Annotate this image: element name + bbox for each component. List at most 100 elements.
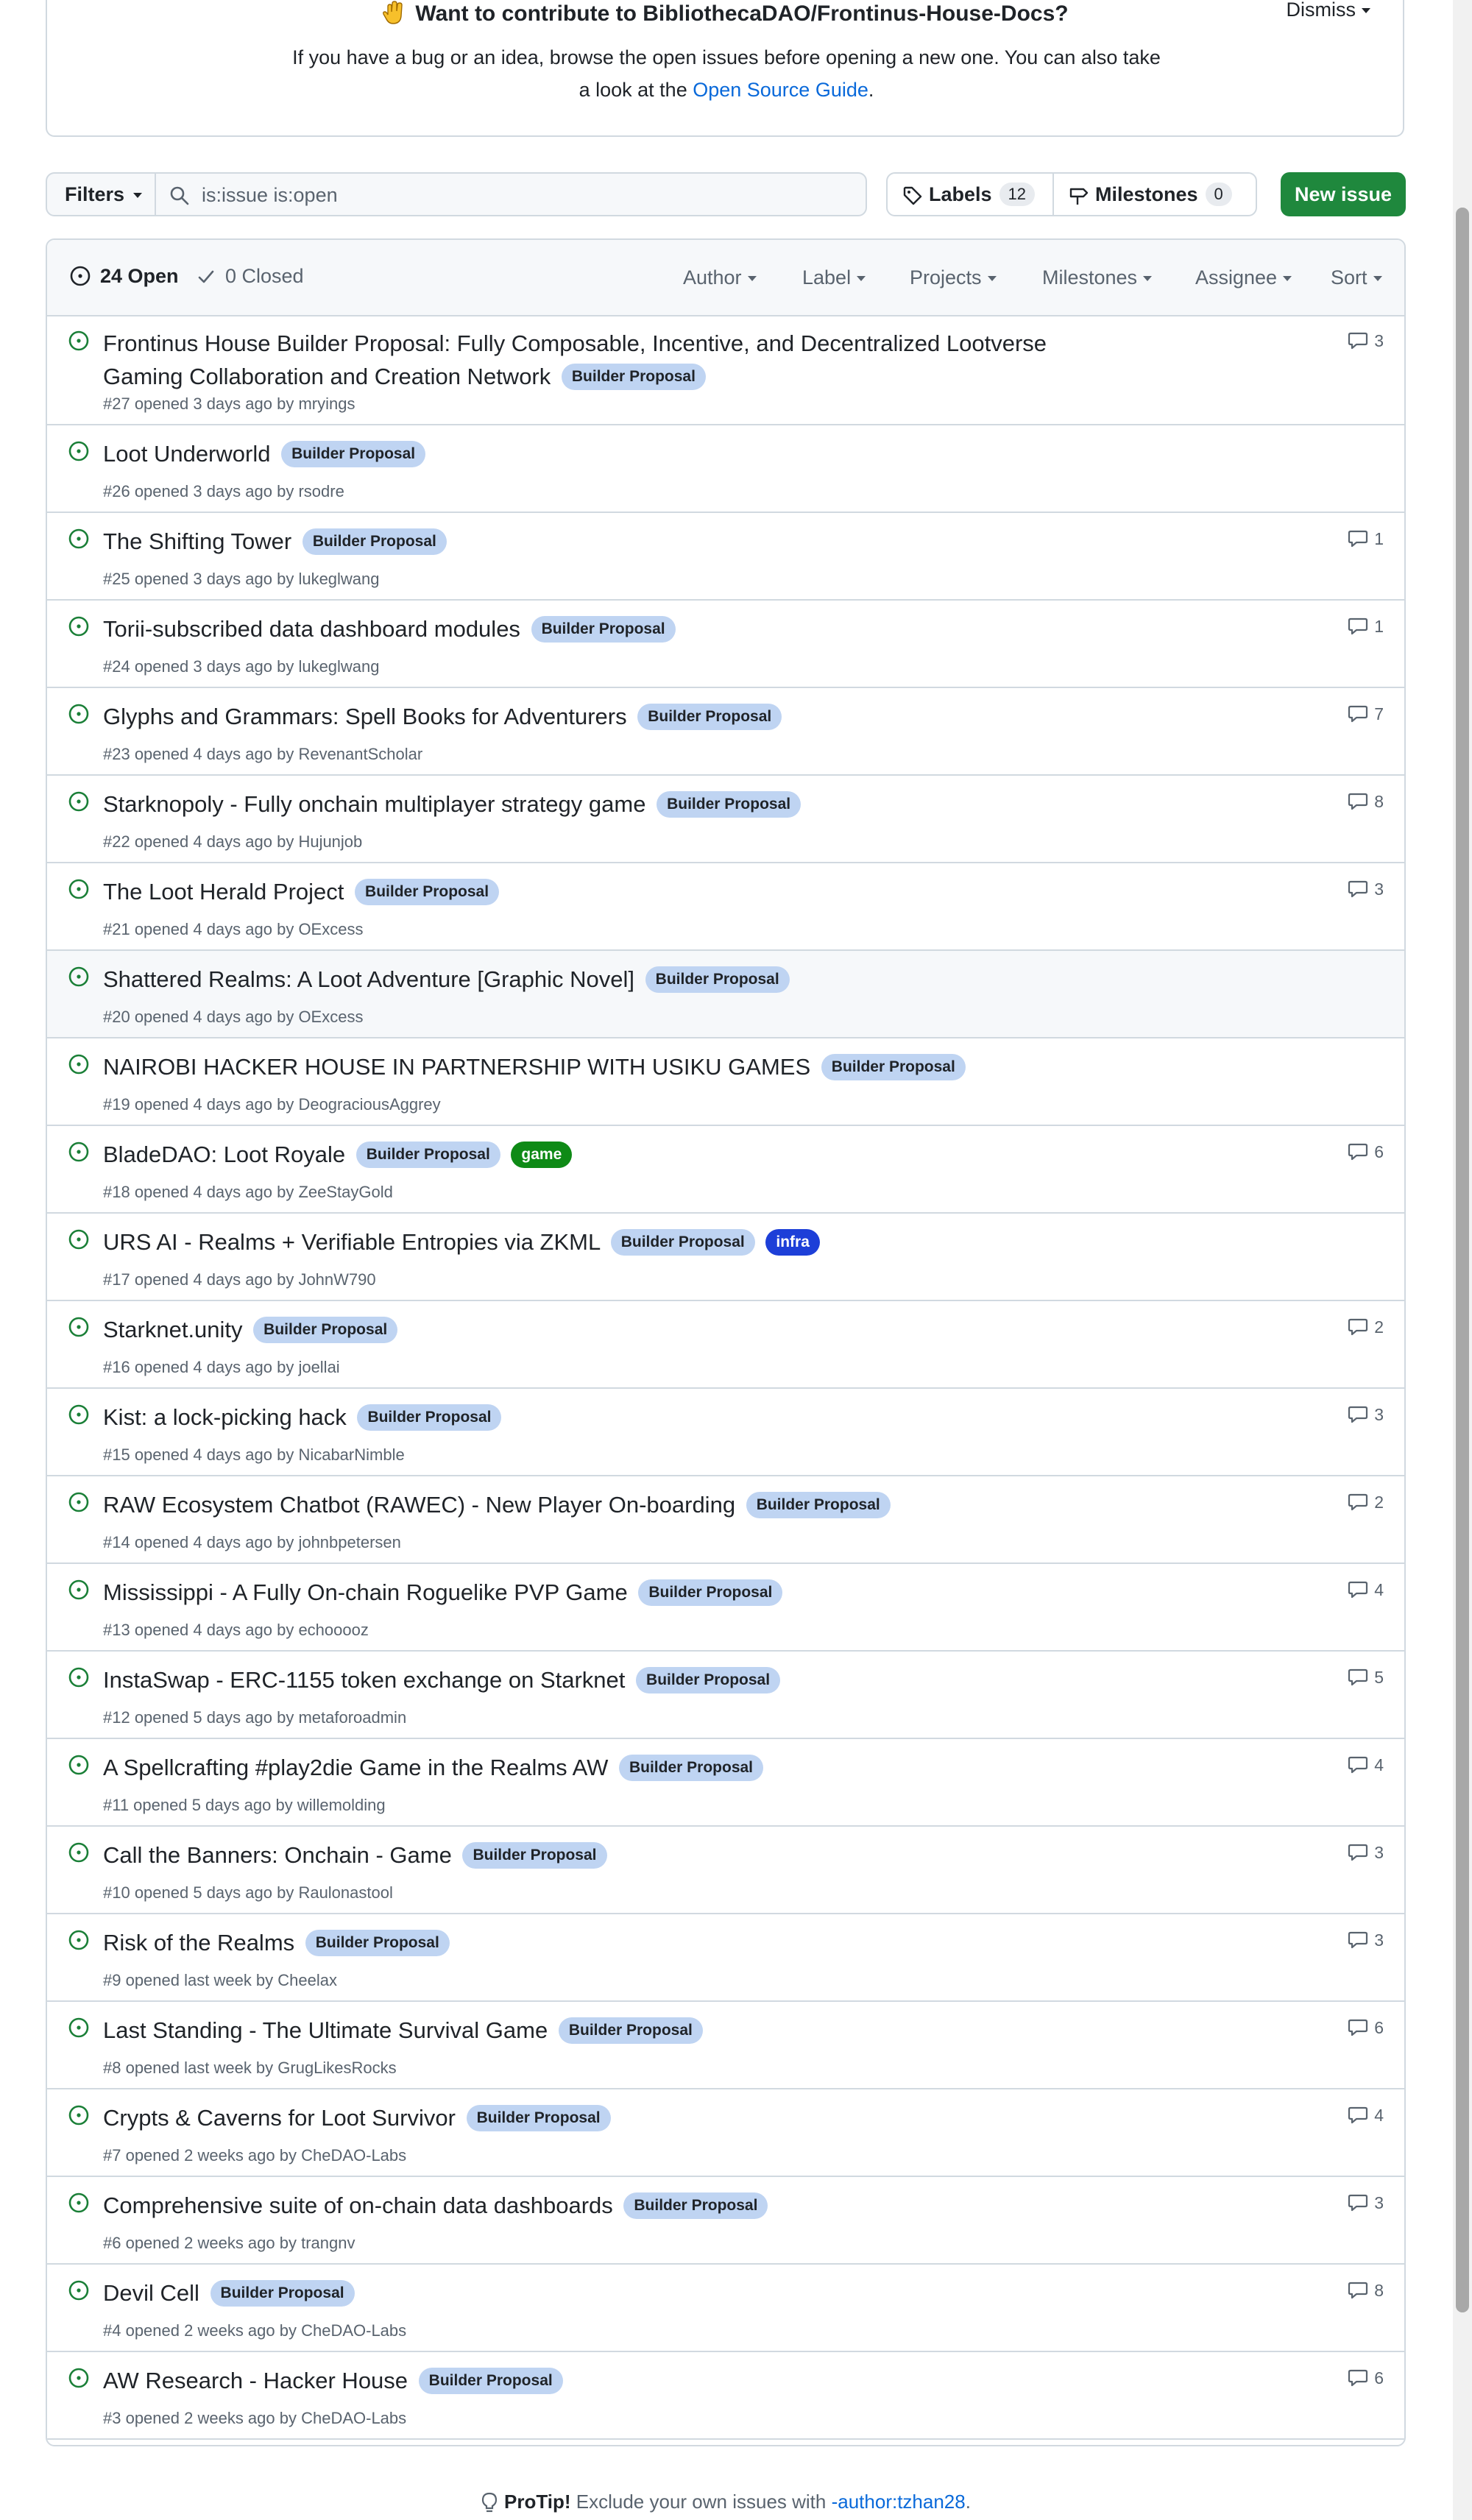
issue-row[interactable]: URS AI - Realms + Verifiable Entropies v…	[47, 1214, 1404, 1301]
issue-title-link[interactable]: Devil Cell	[103, 2280, 199, 2306]
issue-title-link[interactable]: The Loot Herald Project	[103, 879, 344, 905]
issue-row[interactable]: Loot Underworld Builder Proposal #26 open…	[47, 425, 1404, 513]
labels-button[interactable]: Labels 12	[886, 172, 1054, 216]
issue-row[interactable]: Risk of the Realms Builder Proposal #9 op…	[47, 1914, 1404, 2002]
issue-label[interactable]: Builder Proposal	[418, 2368, 563, 2394]
issue-row[interactable]: NAIROBI HACKER HOUSE IN PARTNERSHIP WITH…	[47, 1038, 1404, 1126]
issue-label[interactable]: Builder Proposal	[466, 2105, 611, 2131]
comments-link[interactable]: 6	[1348, 1142, 1384, 1162]
issue-label[interactable]: Builder Proposal	[657, 791, 802, 818]
issue-row[interactable]: Glyphs and Grammars: Spell Books for Adv…	[47, 688, 1404, 776]
comments-link[interactable]: 3	[1348, 1930, 1384, 1950]
issue-label[interactable]: Builder Proposal	[561, 364, 706, 390]
comments-link[interactable]: 8	[1348, 2281, 1384, 2301]
issue-title-link[interactable]: Glyphs and Grammars: Spell Books for Adv…	[103, 704, 627, 729]
open-source-guide-link[interactable]: Open Source Guide	[693, 79, 868, 101]
issue-row[interactable]: Starknet.unity Builder Proposal #16 opene…	[47, 1301, 1404, 1389]
comments-link[interactable]: 1	[1348, 529, 1384, 549]
issue-label[interactable]: game	[511, 1142, 573, 1168]
closed-issues-tab[interactable]: 0 Closed	[197, 265, 304, 288]
comments-link[interactable]: 3	[1348, 1405, 1384, 1425]
milestones-filter[interactable]: Milestones	[1042, 266, 1153, 289]
issue-title-link[interactable]: Mississippi - A Fully On-chain Roguelike…	[103, 1579, 628, 1605]
issue-label[interactable]: Builder Proposal	[636, 1667, 781, 1693]
sort-filter[interactable]: Sort	[1331, 266, 1382, 289]
issue-label[interactable]: Builder Proposal	[618, 1755, 764, 1781]
comments-link[interactable]: 6	[1348, 2368, 1384, 2388]
filters-button[interactable]: Filters	[46, 172, 156, 216]
issue-title-link[interactable]: The Shifting Tower	[103, 528, 291, 554]
issue-row[interactable]: RAW Ecosystem Chatbot (RAWEC) - New Play…	[47, 1476, 1404, 1564]
comments-link[interactable]: 4	[1348, 1580, 1384, 1600]
protip-link[interactable]: -author:tzhan28	[832, 2491, 966, 2513]
issue-title-link[interactable]: Starknet.unity	[103, 1317, 243, 1342]
issue-title-link[interactable]: Risk of the Realms	[103, 1930, 294, 1956]
issue-label[interactable]: Builder Proposal	[355, 1142, 500, 1168]
issue-row[interactable]: Frontinus House Builder Proposal: Fully …	[47, 315, 1404, 425]
issue-row[interactable]: Call the Banners: Onchain - Game Builder…	[47, 1827, 1404, 1914]
issue-title-link[interactable]: Last Standing - The Ultimate Survival Ga…	[103, 2017, 548, 2043]
issue-label[interactable]: Builder Proposal	[302, 528, 447, 555]
issue-title-link[interactable]: Shattered Realms: A Loot Adventure [Grap…	[103, 966, 634, 992]
issue-label[interactable]: Builder Proposal	[305, 1930, 450, 1956]
issue-title-link[interactable]: Comprehensive suite of on-chain data das…	[103, 2192, 613, 2218]
issue-title-link[interactable]: A Spellcrafting #play2die Game in the Re…	[103, 1755, 608, 1780]
issue-label[interactable]: Builder Proposal	[821, 1054, 966, 1080]
issue-row[interactable]: Starknopoly - Fully onchain multiplayer …	[47, 776, 1404, 863]
issue-label[interactable]: Builder Proposal	[210, 2280, 355, 2307]
issue-row[interactable]: Shattered Realms: A Loot Adventure [Grap…	[47, 951, 1404, 1038]
issue-label[interactable]: Builder Proposal	[638, 1579, 783, 1606]
issue-title-link[interactable]: InstaSwap - ERC-1155 token exchange on S…	[103, 1667, 625, 1693]
issue-title-link[interactable]: RAW Ecosystem Chatbot (RAWEC) - New Play…	[103, 1492, 735, 1518]
comments-link[interactable]: 3	[1348, 879, 1384, 899]
issue-label[interactable]: Builder Proposal	[281, 441, 426, 467]
issue-title-link[interactable]: NAIROBI HACKER HOUSE IN PARTNERSHIP WITH…	[103, 1054, 810, 1080]
issue-label[interactable]: Builder Proposal	[253, 1317, 398, 1343]
issue-title-link[interactable]: Torii-subscribed data dashboard modules	[103, 616, 520, 642]
issue-label[interactable]: Builder Proposal	[357, 1404, 502, 1431]
comments-link[interactable]: 2	[1348, 1317, 1384, 1337]
issue-label[interactable]: Builder Proposal	[531, 616, 676, 643]
issue-title-link[interactable]: Starknopoly - Fully onchain multiplayer …	[103, 791, 645, 817]
issue-row[interactable]: The Shifting Tower Builder Proposal #25 o…	[47, 513, 1404, 601]
scrollbar-thumb[interactable]	[1456, 208, 1469, 2312]
projects-filter[interactable]: Projects	[910, 266, 997, 289]
issue-label[interactable]: Builder Proposal	[746, 1492, 891, 1518]
dismiss-button[interactable]: Dismiss	[1287, 0, 1370, 21]
issue-title-link[interactable]: Loot Underworld	[103, 441, 270, 467]
assignee-filter[interactable]: Assignee	[1195, 266, 1292, 289]
issue-title-link[interactable]: BladeDAO: Loot Royale	[103, 1142, 345, 1167]
issue-row[interactable]: A Spellcrafting #play2die Game in the Re…	[47, 1739, 1404, 1827]
issue-label[interactable]: infra	[765, 1229, 820, 1256]
issue-row[interactable]: Kist: a lock-picking hack Builder Propos…	[47, 1389, 1404, 1476]
issue-row[interactable]: Torii-subscribed data dashboard modules …	[47, 601, 1404, 688]
issue-row[interactable]: Devil Cell Builder Proposal #4 opened 2 w…	[47, 2265, 1404, 2352]
scrollbar[interactable]	[1453, 0, 1472, 2520]
comments-link[interactable]: 7	[1348, 704, 1384, 724]
issue-title-link[interactable]: AW Research - Hacker House	[103, 2368, 408, 2393]
search-input[interactable]	[200, 178, 851, 212]
comments-link[interactable]: 6	[1348, 2018, 1384, 2038]
issue-row[interactable]: Last Standing - The Ultimate Survival Ga…	[47, 2002, 1404, 2089]
open-issues-tab[interactable]: 24 Open	[69, 265, 179, 288]
issue-row[interactable]: BladeDAO: Loot Royale Builder Proposal g…	[47, 1126, 1404, 1214]
issue-title-link[interactable]: Kist: a lock-picking hack	[103, 1404, 347, 1430]
issue-row[interactable]: Crypts & Caverns for Loot Survivor Build…	[47, 2089, 1404, 2177]
comments-link[interactable]: 8	[1348, 792, 1384, 812]
issue-row[interactable]: Comprehensive suite of on-chain data das…	[47, 2177, 1404, 2265]
comments-link[interactable]: 2	[1348, 1493, 1384, 1512]
issue-label[interactable]: Builder Proposal	[462, 1842, 607, 1869]
milestones-button[interactable]: Milestones 0	[1052, 172, 1257, 216]
issue-label[interactable]: Builder Proposal	[610, 1229, 755, 1256]
issue-label[interactable]: Builder Proposal	[558, 2017, 703, 2044]
issue-label[interactable]: Builder Proposal	[645, 966, 790, 993]
comments-link[interactable]: 1	[1348, 617, 1384, 637]
issue-label[interactable]: Builder Proposal	[355, 879, 500, 905]
comments-link[interactable]: 3	[1348, 331, 1384, 351]
comments-link[interactable]: 5	[1348, 1668, 1384, 1688]
author-filter[interactable]: Author	[683, 266, 757, 289]
issue-label[interactable]: Builder Proposal	[637, 704, 782, 730]
comments-link[interactable]: 3	[1348, 2193, 1384, 2213]
comments-link[interactable]: 4	[1348, 2106, 1384, 2126]
issue-row[interactable]: InstaSwap - ERC-1155 token exchange on S…	[47, 1652, 1404, 1739]
